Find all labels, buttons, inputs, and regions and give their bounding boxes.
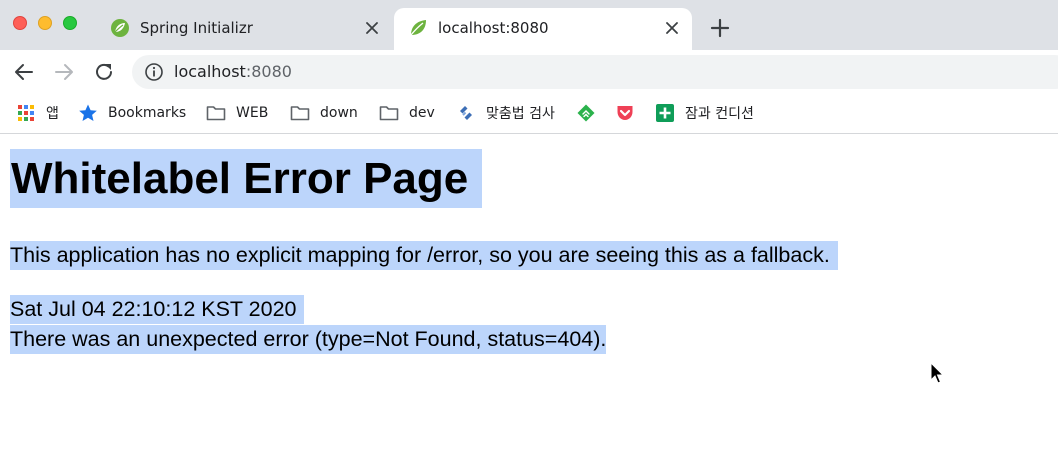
tab-close-button[interactable] [362, 18, 382, 38]
error-timestamp: Sat Jul 04 22:10:12 KST 2020 [10, 295, 305, 324]
page-title: Whitelabel Error Page [10, 149, 483, 208]
close-icon [366, 22, 378, 34]
address-bar[interactable]: localhost:8080 [132, 55, 1058, 89]
tab-strip: Spring Initializr localhost:8080 [0, 0, 1058, 50]
bookmark-folder-down[interactable]: down [290, 102, 358, 124]
forward-arrow-icon[interactable] [52, 60, 76, 84]
error-details: There was an unexpected error (type=Not … [10, 325, 607, 354]
error-message: This application has no explicit mapping… [10, 241, 838, 270]
tab-title: localhost:8080 [438, 19, 549, 37]
apps-grid-icon [18, 105, 34, 121]
bookmarks-bar: 앱 Bookmarks WEB down dev 맞춤법 검사 잠과 컨디션 [0, 94, 1058, 134]
bookmark-feedly[interactable] [576, 102, 596, 124]
bookmark-label: down [320, 105, 358, 121]
pocket-icon [617, 106, 633, 120]
bookmark-label: 앱 [46, 106, 59, 122]
bookmark-label: WEB [236, 105, 269, 121]
mouse-cursor-icon [930, 362, 945, 384]
browser-toolbar: localhost:8080 [0, 50, 1058, 94]
feedly-icon [577, 104, 595, 122]
sheets-plus-icon [656, 104, 674, 122]
bookmark-folder-web[interactable]: WEB [206, 102, 268, 124]
bookmark-pocket[interactable] [615, 102, 635, 124]
folder-icon [290, 106, 310, 121]
bookmark-label: Bookmarks [108, 105, 187, 121]
spring-leaf-icon [410, 20, 426, 36]
tab-spring-initializr[interactable]: Spring Initializr [96, 8, 392, 50]
bookmark-spell-check[interactable]: 맞춤법 검사 [456, 102, 555, 124]
url-text[interactable]: localhost:8080 [174, 62, 292, 81]
tab-close-button[interactable] [662, 18, 682, 38]
bookmark-sleep-condition[interactable]: 잠과 컨디션 [655, 102, 754, 124]
close-icon [666, 22, 678, 34]
reload-icon[interactable] [92, 60, 116, 84]
bookmark-label: dev [409, 105, 435, 121]
spell-check-icon [460, 106, 472, 120]
back-arrow-icon[interactable] [12, 60, 36, 84]
bookmark-label: 잠과 컨디션 [685, 106, 754, 122]
bookmark-folder-dev[interactable]: dev [379, 102, 435, 124]
bookmark-label: 맞춤법 검사 [486, 106, 555, 122]
bookmark-bookmarks[interactable]: Bookmarks [78, 102, 186, 124]
minimize-window-button[interactable] [38, 16, 52, 30]
star-icon [79, 104, 97, 121]
folder-icon [206, 106, 226, 121]
folder-icon [379, 106, 399, 121]
page-content: Whitelabel Error Page This application h… [0, 135, 1058, 456]
tab-title: Spring Initializr [140, 19, 253, 37]
info-icon[interactable] [144, 62, 164, 82]
fullscreen-window-button[interactable] [63, 16, 77, 30]
close-window-button[interactable] [13, 16, 27, 30]
new-tab-button[interactable] [708, 16, 732, 40]
tab-localhost[interactable]: localhost:8080 [394, 8, 692, 50]
spring-leaf-icon [111, 19, 129, 37]
bookmark-apps[interactable]: 앱 [16, 102, 59, 124]
